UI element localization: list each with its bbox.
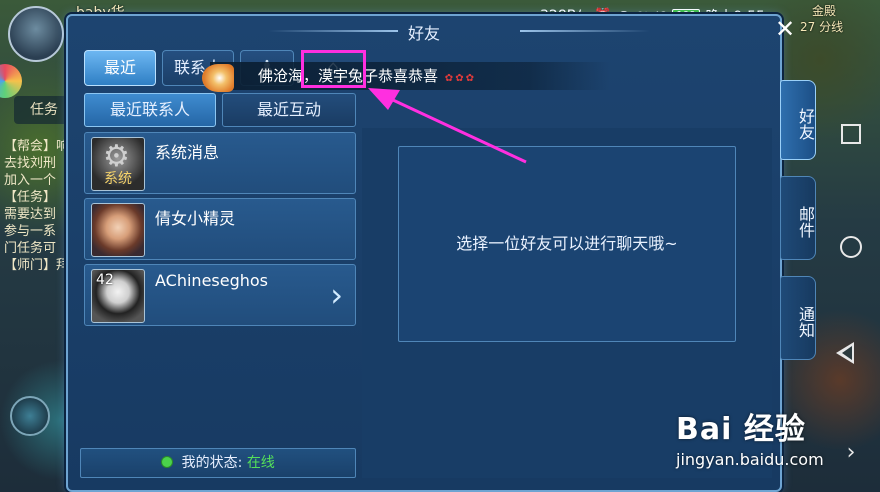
chevron-right-icon[interactable]: › bbox=[330, 279, 343, 311]
chat-log: 【帮会】响 去找刘刑 加入一个 【任务】 需要达到 参与一系 门任务可 【师门】… bbox=[4, 138, 74, 274]
watermark-url: jingyan.baidu.com bbox=[676, 450, 824, 469]
annotation-highlight-box bbox=[301, 50, 366, 88]
tab-recent[interactable]: 最近 bbox=[84, 50, 156, 86]
level-badge: 42 bbox=[96, 272, 114, 288]
contact-item-player[interactable]: 42 AChineseghos › bbox=[84, 264, 356, 326]
system-avatar: ⚙ 系统 bbox=[91, 137, 145, 191]
log-line: 【师门】拜 bbox=[4, 258, 70, 273]
baidu-watermark-logo: Bai 经验 bbox=[676, 412, 806, 447]
map-line: 27 分线 bbox=[800, 20, 844, 34]
log-line: 【任务】 bbox=[4, 190, 57, 205]
player-contact-avatar: 42 bbox=[91, 269, 145, 323]
back-nav-icon-inner bbox=[842, 346, 852, 360]
home-nav-icon[interactable] bbox=[840, 236, 862, 258]
log-line: 【帮会】响 bbox=[4, 139, 70, 154]
subtab-recent-interactions[interactable]: 最近互动 bbox=[222, 93, 356, 127]
avatar-label: 系统 bbox=[104, 171, 132, 187]
contact-name: 倩女小精灵 bbox=[155, 209, 236, 228]
status-label: 我的状态: bbox=[181, 455, 243, 471]
contact-item-system[interactable]: ⚙ 系统 系统消息 bbox=[84, 132, 356, 194]
log-line: 需要达到 bbox=[4, 207, 57, 222]
subtab-recent-contacts[interactable]: 最近联系人 bbox=[84, 93, 216, 127]
log-line: 门任务可 bbox=[4, 241, 57, 256]
log-line: 参与一系 bbox=[4, 224, 57, 239]
chevron-right-nav-icon[interactable]: › bbox=[838, 440, 864, 466]
annotation-arrow bbox=[368, 88, 527, 164]
window-title: 好友 bbox=[407, 24, 440, 43]
contact-item-sprite[interactable]: 倩女小精灵 bbox=[84, 198, 356, 260]
side-tab-friends[interactable]: 好友 bbox=[780, 80, 816, 160]
chat-placeholder: 选择一位好友可以进行聊天哦~ bbox=[398, 146, 736, 342]
log-line: 去找刘刑 bbox=[4, 156, 57, 171]
my-status-bar[interactable]: 我的状态: 在线 bbox=[80, 448, 356, 478]
horn-icon bbox=[202, 64, 234, 92]
close-icon[interactable]: ✕ bbox=[772, 16, 798, 42]
contact-name: 系统消息 bbox=[155, 143, 220, 162]
task-button[interactable]: 任务 bbox=[14, 96, 74, 124]
player-avatar[interactable] bbox=[8, 6, 64, 62]
contact-name: AChineseghos bbox=[155, 271, 269, 290]
recents-nav-icon[interactable] bbox=[841, 124, 861, 144]
log-line: 加入一个 bbox=[4, 173, 57, 188]
status-value: 在线 bbox=[246, 455, 275, 471]
map-name: 金殿 bbox=[812, 4, 837, 18]
sprite-avatar bbox=[91, 203, 145, 257]
online-status-icon bbox=[161, 456, 174, 468]
side-tab-notifications[interactable]: 通知 bbox=[780, 276, 816, 360]
skill-button[interactable] bbox=[10, 396, 50, 436]
side-tab-mail[interactable]: 邮件 bbox=[780, 176, 816, 260]
